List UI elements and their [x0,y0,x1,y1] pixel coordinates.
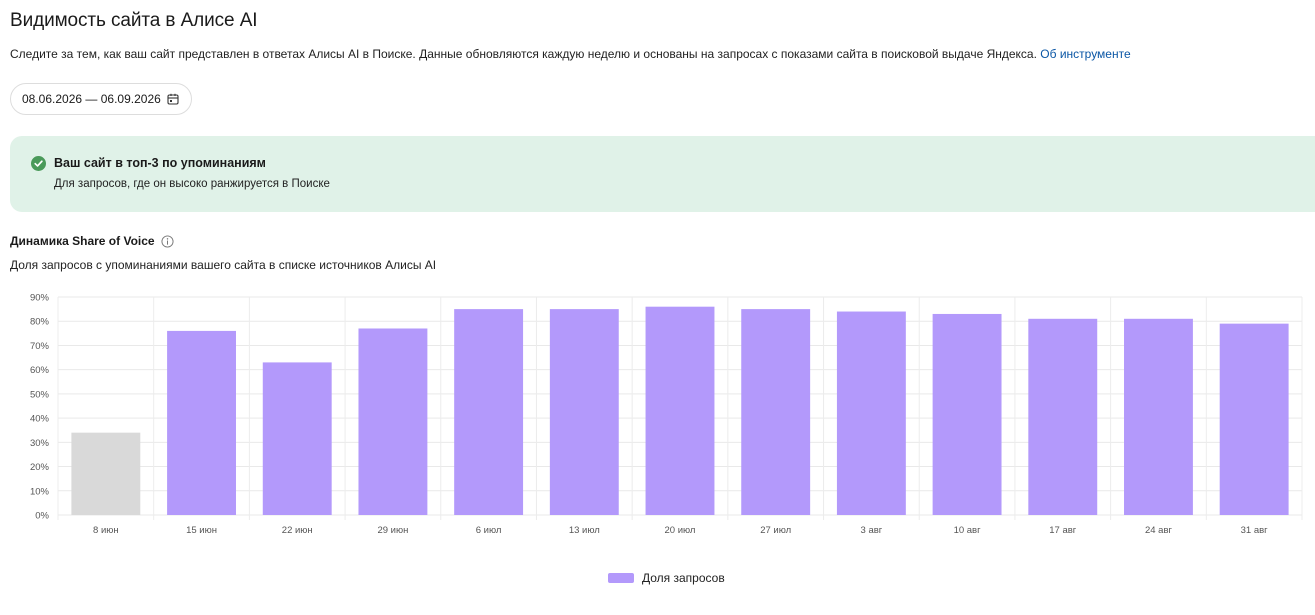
x-tick-label: 31 авг [1241,525,1269,536]
y-tick-label: 40% [30,414,50,425]
x-tick-label: 10 авг [954,525,982,536]
chart-bar [1219,323,1289,515]
chart-bar [454,309,524,515]
banner-title: Ваш сайт в топ-3 по упоминаниям [54,156,266,170]
about-tool-link[interactable]: Об инструменте [1040,47,1130,61]
chart-bar [1028,318,1098,515]
legend-swatch [608,573,634,583]
chart-bar [645,306,715,515]
y-tick-label: 70% [30,341,50,352]
chart-bar [549,309,619,515]
y-tick-label: 10% [30,486,50,497]
sov-section-title: Динамика Share of Voice [10,234,174,248]
x-tick-label: 13 июл [569,525,600,536]
x-tick-label: 3 авг [861,525,883,536]
top3-banner: Ваш сайт в топ-3 по упоминаниям Для запр… [10,136,1315,212]
y-tick-label: 90% [30,293,50,304]
y-tick-label: 80% [30,317,50,328]
chart-legend[interactable]: Доля запросов [608,571,725,585]
y-tick-label: 0% [35,511,49,522]
chart-bar [71,432,141,515]
chart-bar [836,311,906,515]
page-title: Видимость сайта в Алисе AI [10,10,258,31]
date-range-value: 08.06.2026 — 06.09.2026 [22,92,161,106]
sov-title-text: Динамика Share of Voice [10,234,155,248]
x-tick-label: 29 июн [377,525,408,536]
chart-bar [1124,318,1193,515]
legend-label: Доля запросов [642,571,725,585]
check-circle-icon [31,156,46,171]
chart-bar [932,313,1002,515]
chart-bar [167,330,236,515]
page-description: Следите за тем, как ваш сайт представлен… [10,47,1131,61]
y-tick-label: 20% [30,462,50,473]
chart-bar [741,309,811,515]
x-tick-label: 27 июл [760,525,791,536]
description-text: Следите за тем, как ваш сайт представлен… [10,47,1037,61]
banner-text: Для запросов, где он высоко ранжируется … [54,178,330,190]
chart-bar [358,328,428,515]
x-tick-label: 22 июн [282,525,313,536]
info-icon[interactable] [161,234,174,248]
x-tick-label: 20 июл [665,525,696,536]
chart-bar [262,362,332,515]
date-range-picker[interactable]: 08.06.2026 — 06.09.2026 [10,83,192,115]
y-tick-label: 60% [30,365,50,376]
x-tick-label: 24 авг [1145,525,1173,536]
x-tick-label: 17 авг [1049,525,1077,536]
share-of-voice-chart: 0% 10% 20% 30% 40% 50% 60% 70% 80% 90% 8 июн 15 июн… [30,293,1303,536]
calendar-icon [167,93,179,105]
x-tick-label: 15 июн [186,525,217,536]
x-tick-label: 8 июн [93,525,119,536]
y-tick-label: 30% [30,438,50,449]
y-tick-label: 50% [30,389,50,400]
x-tick-label: 6 июл [476,525,502,536]
sov-section-subtitle: Доля запросов с упоминаниями вашего сайт… [10,258,437,272]
